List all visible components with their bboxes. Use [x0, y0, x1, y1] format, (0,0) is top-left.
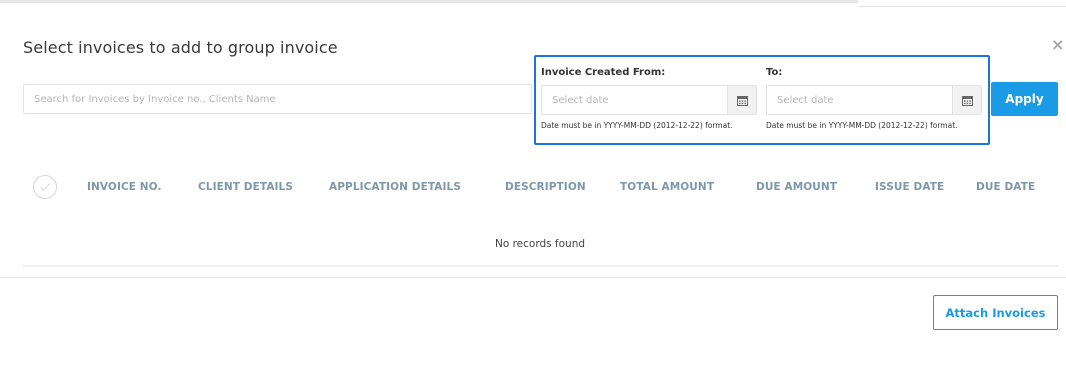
- empty-state-message: No records found: [494, 238, 586, 250]
- column-header-issue-date[interactable]: ISSUE DATE: [875, 181, 944, 193]
- apply-button[interactable]: Apply: [991, 82, 1058, 116]
- column-header-total-amount[interactable]: TOTAL AMOUNT: [620, 181, 714, 193]
- column-header-client-details[interactable]: CLIENT DETAILS: [198, 181, 293, 193]
- select-all-checkbox[interactable]: [33, 175, 57, 199]
- group-invoice-modal: Select invoices to add to group invoice …: [0, 7, 1066, 392]
- to-date-input[interactable]: [767, 86, 953, 114]
- to-date-hint: Date must be in YYYY-MM-DD (2012-12-22) …: [766, 121, 958, 130]
- close-icon[interactable]: ×: [1051, 37, 1066, 53]
- invoice-search-input[interactable]: [23, 84, 532, 114]
- column-header-due-date[interactable]: DUE DATE: [976, 181, 1035, 193]
- to-date-field: [766, 85, 982, 115]
- footer-divider: [0, 277, 1066, 278]
- from-date-hint: Date must be in YYYY-MM-DD (2012-12-22) …: [541, 121, 733, 130]
- date-filter-highlight: Invoice Created From: To: Select date Se…: [534, 55, 990, 145]
- top-divider: [0, 0, 858, 3]
- check-icon: [40, 183, 50, 191]
- table-bottom-border: [23, 265, 1058, 267]
- from-date-input[interactable]: [542, 86, 728, 114]
- to-date-label: To:: [766, 67, 783, 78]
- from-date-field: [541, 85, 757, 115]
- column-header-application-details[interactable]: APPLICATION DETAILS: [329, 181, 461, 193]
- column-header-due-amount[interactable]: DUE AMOUNT: [756, 181, 837, 193]
- calendar-icon[interactable]: [952, 86, 981, 114]
- column-header-description[interactable]: DESCRIPTION: [505, 181, 586, 193]
- column-header-invoice-no[interactable]: INVOICE NO.: [87, 181, 162, 193]
- from-date-label: Invoice Created From:: [541, 67, 666, 78]
- attach-invoices-button[interactable]: Attach Invoices: [933, 295, 1058, 330]
- modal-title: Select invoices to add to group invoice: [23, 38, 338, 57]
- calendar-icon[interactable]: [727, 86, 756, 114]
